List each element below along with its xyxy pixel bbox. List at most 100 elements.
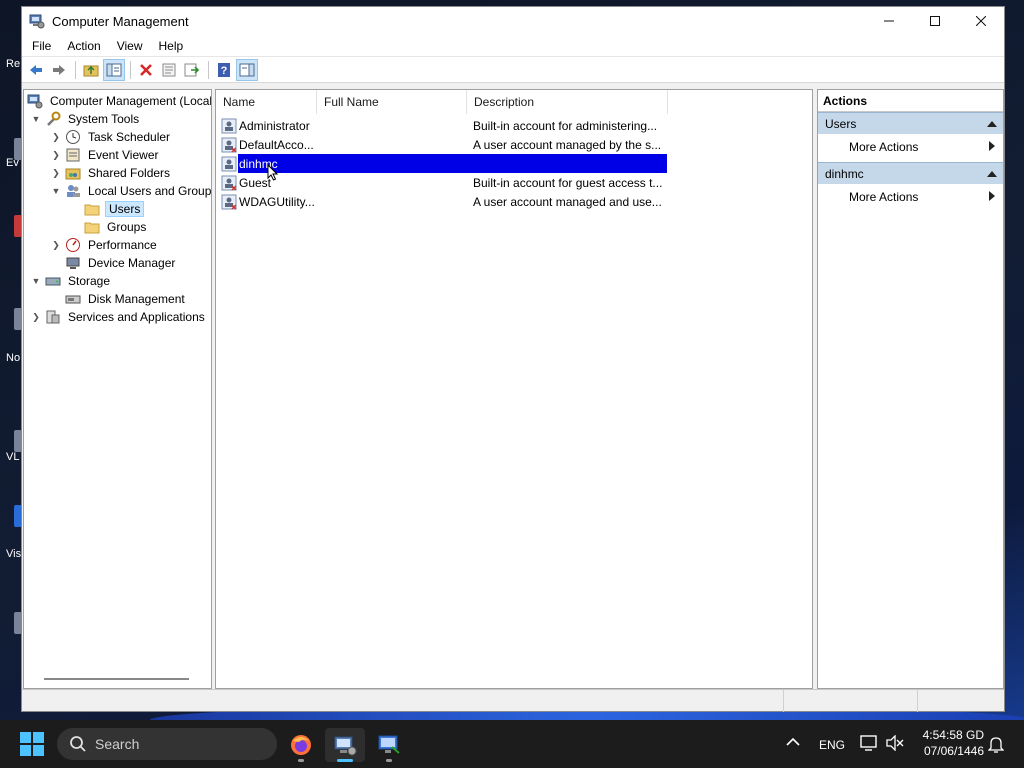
tree-item-task-scheduler[interactable]: ❯ Task Scheduler <box>50 128 172 146</box>
user-row-administrator[interactable]: Administrator Built-in account for admin… <box>221 116 673 135</box>
mouse-cursor-icon <box>267 164 279 181</box>
input-language[interactable]: ENG <box>819 738 845 752</box>
actions-section-dinhmc[interactable]: dinhmc <box>818 162 1003 184</box>
help-icon: ? <box>218 62 230 77</box>
action-more-actions-dinhmc[interactable]: More Actions <box>818 184 1003 210</box>
tree-item-users[interactable]: Users <box>84 200 145 218</box>
collapse-up-icon[interactable] <box>987 163 1003 184</box>
show-hide-action-pane-button[interactable] <box>236 58 258 81</box>
chevron-right-icon[interactable]: ❯ <box>30 308 42 326</box>
toolbar-separator <box>75 60 76 79</box>
action-more-actions-users[interactable]: More Actions <box>818 134 1003 160</box>
help-button[interactable]: ? <box>213 59 235 81</box>
chevron-right-icon[interactable]: ❯ <box>50 146 62 164</box>
svg-text:?: ? <box>221 65 228 77</box>
volume-button[interactable] <box>886 734 904 754</box>
taskbar-search[interactable]: Search <box>57 728 277 760</box>
close-button[interactable] <box>958 7 1004 35</box>
tree-item-computer-management[interactable]: Computer Management (Local <box>27 92 212 110</box>
user-icon <box>221 137 237 153</box>
computer-management-icon <box>334 736 357 756</box>
tree-label: Groups <box>107 220 147 234</box>
tree-item-device-manager[interactable]: Device Manager <box>65 254 177 272</box>
tree-label: Shared Folders <box>88 166 171 180</box>
tree-item-shared-folders[interactable]: ❯ Shared Folders <box>50 164 172 182</box>
user-row-guest[interactable]: Guest Built-in account for guest access … <box>221 173 673 192</box>
export-list-button[interactable] <box>181 59 203 81</box>
clock[interactable]: 4:54:58 GD 07/06/1446 <box>918 727 984 759</box>
search-placeholder: Search <box>95 736 140 752</box>
desktop-label[interactable]: Vis <box>6 548 21 560</box>
tree-item-disk-management[interactable]: Disk Management <box>65 290 187 308</box>
menu-bar: File Action View Help <box>22 35 1004 57</box>
console-tree-icon <box>106 63 122 76</box>
submenu-arrow-icon <box>989 184 995 210</box>
windows-logo-icon <box>20 732 31 743</box>
delete-button[interactable] <box>135 59 157 81</box>
properties-button[interactable] <box>158 59 180 81</box>
user-row-wdagutility[interactable]: WDAGUtility... A user account managed an… <box>221 192 673 211</box>
show-hidden-icons-button[interactable] <box>786 736 800 750</box>
tree-item-event-viewer[interactable]: ❯ Event Viewer <box>50 146 160 164</box>
collapse-up-icon[interactable] <box>987 113 1003 134</box>
user-icon <box>221 156 237 172</box>
taskbar-firefox[interactable] <box>281 728 321 762</box>
show-hide-console-tree-button[interactable] <box>103 58 125 81</box>
menu-help[interactable]: Help <box>151 35 192 57</box>
tree-item-storage[interactable]: ▼ Storage <box>30 272 112 290</box>
tree-label: Computer Management (Local <box>50 94 212 108</box>
forward-arrow-icon <box>53 64 65 75</box>
desktop-label[interactable]: VL <box>6 451 19 463</box>
shared-folder-icon <box>65 165 81 181</box>
tree-item-groups[interactable]: Groups <box>84 218 148 236</box>
title-bar[interactable]: Computer Management <box>22 7 1004 35</box>
running-indicator <box>386 759 392 762</box>
toolbar-separator <box>208 60 209 79</box>
up-one-level-button[interactable] <box>80 59 102 81</box>
actions-section-users[interactable]: Users <box>818 112 1003 134</box>
window-title: Computer Management <box>52 13 189 29</box>
chevron-down-icon[interactable]: ▼ <box>30 110 42 128</box>
menu-file[interactable]: File <box>24 35 59 57</box>
disk-management-icon <box>65 291 81 307</box>
tree-item-services-applications[interactable]: ❯ Services and Applications <box>30 308 207 326</box>
tree-label: Device Manager <box>88 256 176 270</box>
notifications-button[interactable] <box>987 735 1005 756</box>
minimize-button[interactable] <box>866 7 912 35</box>
column-header-description[interactable]: Description <box>467 90 668 114</box>
network-button[interactable] <box>860 735 878 754</box>
desktop-label[interactable]: Re <box>6 58 20 70</box>
horizontal-scrollbar[interactable] <box>44 678 189 680</box>
chevron-down-icon[interactable]: ▼ <box>30 272 42 290</box>
active-indicator <box>337 759 353 762</box>
storage-icon <box>45 273 61 289</box>
tree-item-performance[interactable]: ❯ Performance <box>50 236 159 254</box>
user-row-defaultaccount[interactable]: DefaultAcco... A user account managed by… <box>221 135 673 154</box>
status-bar <box>22 689 1004 712</box>
column-header-full-name[interactable]: Full Name <box>317 90 467 114</box>
action-label: More Actions <box>849 190 919 204</box>
maximize-button[interactable] <box>912 7 958 35</box>
user-row-dinhmc[interactable]: dinhmc <box>221 154 673 173</box>
desktop-label[interactable]: No <box>6 352 20 364</box>
forward-button[interactable] <box>48 59 70 81</box>
performance-icon <box>65 237 81 253</box>
column-header-name[interactable]: Name <box>216 90 317 114</box>
taskbar-computer-management[interactable] <box>325 728 365 762</box>
start-button[interactable] <box>20 732 44 756</box>
chevron-right-icon[interactable]: ❯ <box>50 164 62 182</box>
tree-item-local-users-groups[interactable]: ▼ Local Users and Groups <box>50 182 211 200</box>
status-cell <box>918 690 1002 712</box>
taskbar-remote-desktop[interactable] <box>369 728 409 762</box>
chevron-right-icon[interactable]: ❯ <box>50 236 62 254</box>
chevron-down-icon[interactable]: ▼ <box>50 182 62 200</box>
chevron-right-icon[interactable]: ❯ <box>50 128 62 146</box>
desktop-label[interactable]: Ev <box>6 157 19 169</box>
clock-date: 07/06/1446 <box>923 744 984 758</box>
menu-action[interactable]: Action <box>59 35 108 57</box>
tree-item-system-tools[interactable]: ▼ System Tools <box>30 110 141 128</box>
back-button[interactable] <box>25 59 47 81</box>
system-tools-icon <box>45 111 61 127</box>
menu-view[interactable]: View <box>109 35 151 57</box>
users-group-icon <box>65 183 81 199</box>
